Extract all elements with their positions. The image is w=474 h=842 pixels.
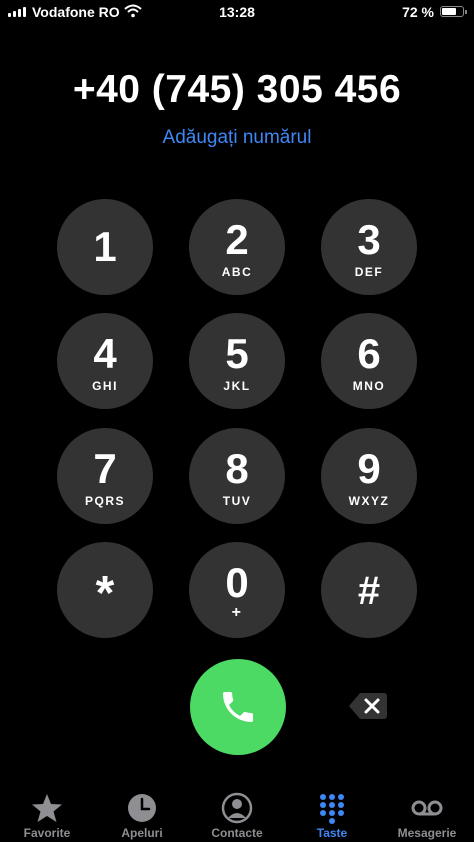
clock-icon — [128, 794, 156, 822]
tab-mesagerie[interactable]: Mesagerie — [380, 782, 474, 840]
dialed-number: +40 (745) 305 456 — [72, 68, 402, 111]
key-letters: DEF — [354, 265, 384, 279]
tab-label: Taste — [316, 826, 348, 840]
key-digit: 8 — [225, 445, 249, 492]
key-9[interactable]: 9 WXYZ — [321, 428, 417, 524]
tab-label: Favorite — [23, 826, 71, 840]
key-digit: 6 — [357, 330, 381, 377]
key-letters: ABC — [221, 265, 253, 279]
call-button[interactable] — [190, 659, 286, 755]
key-hash[interactable]: # — [321, 542, 417, 638]
key-1[interactable]: 1 — [57, 199, 153, 295]
tab-contacte[interactable]: Contacte — [190, 782, 284, 840]
key-letters: WXYZ — [348, 494, 390, 508]
battery-icon — [440, 6, 467, 17]
key-digit: # — [357, 569, 381, 613]
key-0[interactable]: 0 + — [189, 542, 285, 638]
key-digit: 4 — [93, 330, 117, 377]
tab-label: Contacte — [211, 826, 263, 840]
key-letters: GHI — [92, 379, 118, 393]
key-digit: 3 — [357, 216, 381, 263]
delete-backspace-icon — [349, 693, 387, 719]
key-digit: 2 — [225, 216, 249, 263]
key-digit: 7 — [93, 445, 117, 492]
key-digit: 1 — [93, 223, 117, 270]
key-digit: 9 — [357, 445, 381, 492]
add-number-link[interactable]: Adăugați numărul — [0, 127, 474, 149]
tab-apeluri[interactable]: Apeluri — [95, 782, 189, 840]
key-2[interactable]: 2 ABC — [189, 199, 285, 295]
tab-label: Mesagerie — [397, 826, 457, 840]
key-letters: + — [231, 604, 243, 621]
key-letters: MNO — [352, 379, 386, 393]
key-star[interactable]: * — [57, 542, 153, 638]
key-7[interactable]: 7 PQRS — [57, 428, 153, 524]
key-letters: PQRS — [84, 494, 125, 508]
tab-bar: Favorite Apeluri Contacte Taste Mesageri… — [0, 782, 474, 842]
keypad-icon — [320, 794, 344, 824]
voicemail-icon — [411, 800, 443, 816]
key-4[interactable]: 4 GHI — [57, 313, 153, 409]
key-8[interactable]: 8 TUV — [189, 428, 285, 524]
key-digit: 0 — [225, 559, 249, 606]
status-bar: Vodafone RO 13:28 72 % — [0, 0, 474, 24]
phone-icon — [223, 692, 253, 722]
key-letters: JKL — [223, 379, 251, 393]
tab-favorite[interactable]: Favorite — [0, 782, 94, 840]
key-digit: 5 — [225, 330, 249, 377]
battery-percentage: 72 % — [402, 4, 434, 20]
key-6[interactable]: 6 MNO — [321, 313, 417, 409]
tab-taste[interactable]: Taste — [285, 782, 379, 840]
key-letters: TUV — [222, 494, 252, 508]
tab-label: Apeluri — [121, 826, 163, 840]
star-icon — [32, 794, 62, 822]
key-5[interactable]: 5 JKL — [189, 313, 285, 409]
key-digit: * — [95, 567, 115, 620]
delete-button[interactable] — [348, 691, 388, 721]
person-icon — [221, 792, 253, 824]
key-3[interactable]: 3 DEF — [321, 199, 417, 295]
